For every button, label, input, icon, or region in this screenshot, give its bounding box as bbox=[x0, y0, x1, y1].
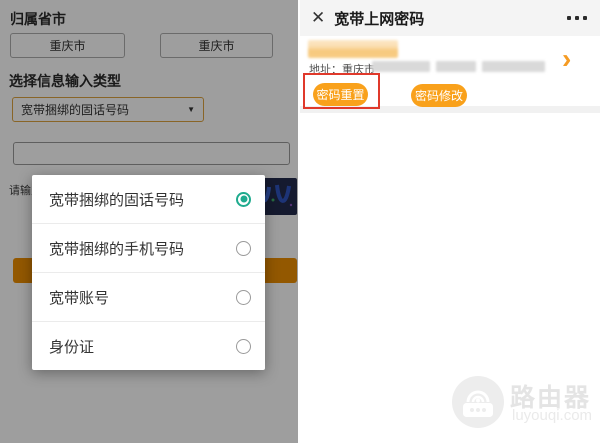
modal-option-id-card[interactable]: 身份证 bbox=[32, 322, 265, 370]
radio-selected-icon[interactable] bbox=[236, 192, 251, 207]
modal-option-fixed-phone[interactable]: 宽带捆绑的固话号码 bbox=[32, 175, 265, 224]
blurred-address-segment bbox=[436, 61, 476, 72]
page-title: 宽带上网密码 bbox=[334, 8, 424, 29]
modal-option-label: 宽带捆绑的固话号码 bbox=[49, 189, 184, 210]
radio-unselected-icon[interactable] bbox=[236, 339, 251, 354]
broadband-account-item[interactable]: 地址：重庆市 › 密码重置 密码修改 bbox=[300, 36, 600, 106]
router-logo-icon bbox=[452, 376, 504, 428]
blurred-phone-number bbox=[308, 40, 398, 58]
close-icon[interactable]: ✕ bbox=[311, 8, 325, 28]
blurred-address-segment bbox=[482, 61, 545, 72]
modal-option-label: 宽带捆绑的手机号码 bbox=[49, 238, 184, 259]
panel-divider bbox=[298, 0, 300, 443]
watermark: 路由器 luyouqi.com bbox=[452, 376, 600, 436]
chevron-right-icon[interactable]: › bbox=[562, 45, 571, 73]
blurred-address-segment bbox=[372, 61, 430, 72]
more-menu-icon[interactable] bbox=[567, 16, 587, 20]
password-reset-button[interactable]: 密码重置 bbox=[313, 83, 368, 106]
watermark-domain: luyouqi.com bbox=[512, 407, 592, 424]
modal-option-mobile-phone[interactable]: 宽带捆绑的手机号码 bbox=[32, 224, 265, 273]
radio-unselected-icon[interactable] bbox=[236, 241, 251, 256]
right-panel: ✕ 宽带上网密码 地址：重庆市 › 密码重置 密码修改 bbox=[300, 0, 600, 443]
modal-option-label: 宽带账号 bbox=[49, 287, 109, 308]
app-root: 归属省市 重庆市 重庆市 选择信息输入类型 宽带捆绑的固话号码 ▼ 请输入 宽带… bbox=[0, 0, 600, 443]
radio-unselected-icon[interactable] bbox=[236, 290, 251, 305]
modal-option-label: 身份证 bbox=[49, 336, 94, 357]
left-panel: 归属省市 重庆市 重庆市 选择信息输入类型 宽带捆绑的固话号码 ▼ 请输入 宽带… bbox=[0, 0, 298, 443]
input-type-modal: 宽带捆绑的固话号码 宽带捆绑的手机号码 宽带账号 身份证 bbox=[32, 175, 265, 370]
modal-option-broadband-account[interactable]: 宽带账号 bbox=[32, 273, 265, 322]
password-modify-button[interactable]: 密码修改 bbox=[411, 84, 467, 107]
page-header: ✕ 宽带上网密码 bbox=[300, 0, 600, 36]
